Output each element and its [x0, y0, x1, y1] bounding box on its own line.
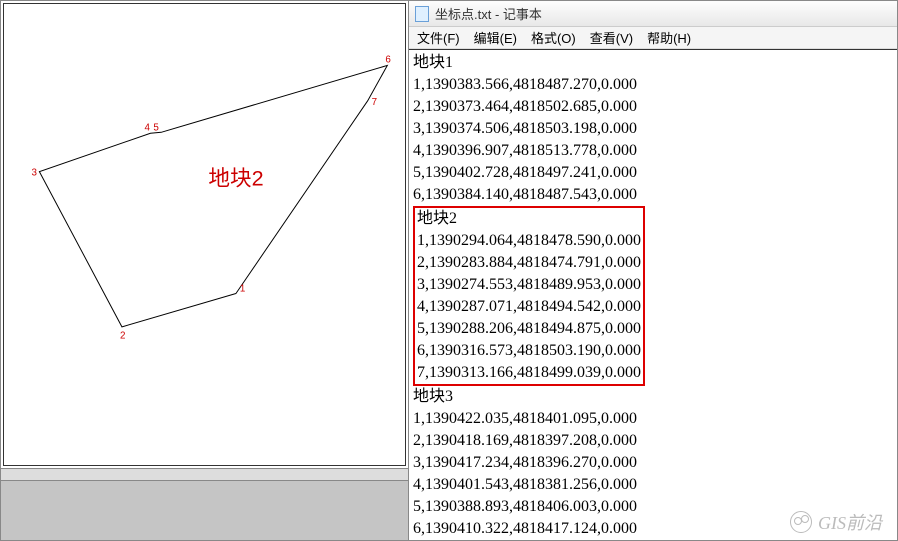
gray-panel	[1, 480, 408, 540]
coord-line: 4,1390287.071,4818494.542,0.000	[417, 296, 641, 318]
canvas-block-label: 地块2	[208, 165, 263, 190]
polygon-canvas: 1 2 3 4 5 6 7 地块2	[4, 4, 405, 465]
polygon-block2	[39, 65, 387, 326]
notepad-window: 坐标点.txt - 记事本 文件(F) 编辑(E) 格式(O) 查看(V) 帮助…	[409, 1, 897, 540]
notepad-titlebar[interactable]: 坐标点.txt - 记事本	[409, 1, 897, 27]
highlighted-block: 地块21,1390294.064,4818478.590,0.0002,1390…	[413, 206, 645, 386]
document-icon	[415, 6, 429, 22]
coord-line: 5,1390288.206,4818494.875,0.000	[417, 318, 641, 340]
canvas-area[interactable]: 1 2 3 4 5 6 7 地块2	[3, 3, 406, 466]
coord-line: 1,1390422.035,4818401.095,0.000	[413, 408, 893, 430]
menu-file[interactable]: 文件(F)	[417, 28, 460, 47]
left-pane: 1 2 3 4 5 6 7 地块2	[1, 1, 409, 540]
coord-line: 3,1390274.553,4818489.953,0.000	[417, 274, 641, 296]
notepad-title: 坐标点.txt - 记事本	[435, 4, 542, 23]
block-header: 地块1	[413, 52, 893, 74]
coord-line: 4,1390401.543,4818381.256,0.000	[413, 474, 893, 496]
coord-line: 2,1390283.884,4818474.791,0.000	[417, 252, 641, 274]
menu-format[interactable]: 格式(O)	[531, 28, 576, 47]
coord-line: 7,1390313.166,4818499.039,0.000	[417, 362, 641, 384]
menu-help[interactable]: 帮助(H)	[647, 28, 691, 47]
vertex-label-1: 1	[240, 284, 245, 295]
menu-edit[interactable]: 编辑(E)	[474, 28, 517, 47]
coord-line: 3,1390417.234,4818396.270,0.000	[413, 452, 893, 474]
watermark-text: GIS前沿	[818, 509, 882, 535]
coord-line: 6,1390384.140,4818487.543,0.000	[413, 184, 893, 206]
block-header: 地块2	[417, 208, 641, 230]
coord-line: 1,1390294.064,4818478.590,0.000	[417, 230, 641, 252]
coord-line: 1,1390383.566,4818487.270,0.000	[413, 74, 893, 96]
app-window: 1 2 3 4 5 6 7 地块2 坐标点.txt - 记事本 文件(F) 编辑…	[0, 0, 898, 541]
status-strip	[1, 468, 408, 480]
vertex-label-7: 7	[372, 97, 377, 108]
coord-line: 4,1390396.907,4818513.778,0.000	[413, 140, 893, 162]
vertex-label-4: 4	[145, 122, 151, 133]
menu-view[interactable]: 查看(V)	[590, 28, 633, 47]
notepad-text-area[interactable]: 地块11,1390383.566,4818487.270,0.0002,1390…	[409, 49, 897, 540]
vertex-label-6: 6	[385, 55, 391, 66]
watermark: GIS前沿	[790, 509, 882, 535]
coord-line: 2,1390373.464,4818502.685,0.000	[413, 96, 893, 118]
coord-line: 2,1390418.169,4818397.208,0.000	[413, 430, 893, 452]
notepad-menubar: 文件(F) 编辑(E) 格式(O) 查看(V) 帮助(H)	[409, 27, 897, 49]
vertex-label-2: 2	[120, 331, 125, 342]
coord-line: 3,1390374.506,4818503.198,0.000	[413, 118, 893, 140]
vertex-label-5: 5	[153, 122, 159, 133]
block-header: 地块3	[413, 386, 893, 408]
coord-line: 5,1390402.728,4818497.241,0.000	[413, 162, 893, 184]
vertex-label-3: 3	[32, 168, 38, 179]
watermark-icon	[790, 511, 812, 533]
coord-line: 6,1390316.573,4818503.190,0.000	[417, 340, 641, 362]
